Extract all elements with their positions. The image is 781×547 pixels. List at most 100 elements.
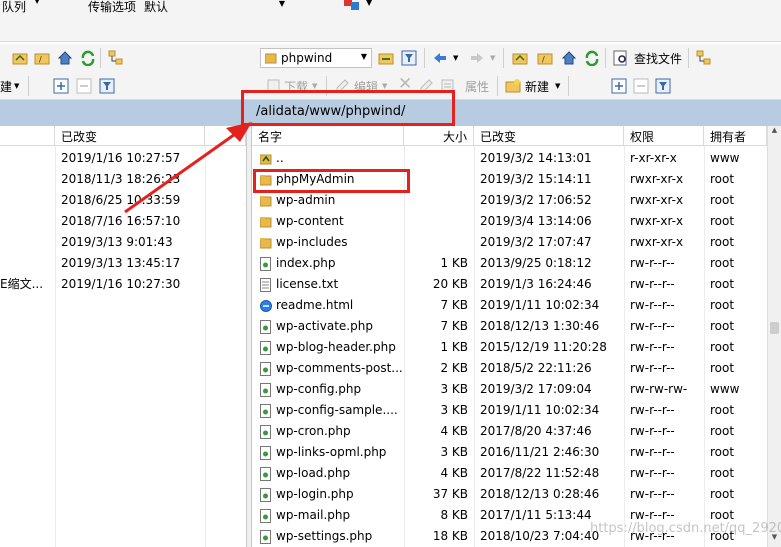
file-name: wp-content [276, 214, 344, 228]
table-row[interactable]: E缩文... 2019/1/16 10:27:30 [0, 274, 246, 295]
column-header-size[interactable]: 大小 [404, 126, 474, 146]
file-name: .. [276, 151, 284, 165]
forward-arrow-icon[interactable] [469, 50, 485, 66]
table-row[interactable]: readme.html 7 KB 2019/1/11 10:02:34 rw-r--r… [252, 295, 767, 316]
separator [568, 76, 569, 96]
file-size: 37 KB [432, 487, 468, 501]
file-name: wp-config.php [276, 382, 362, 396]
remote-location-select[interactable]: phpwind ▼ [260, 48, 372, 68]
plus-icon[interactable] [611, 78, 627, 94]
table-row[interactable]: wp-cron.php 4 KB 2017/8/20 4:37:46 rw-r--r-… [252, 421, 767, 442]
file-size: 3 KB [440, 403, 468, 417]
file-name [0, 253, 55, 274]
file-size [404, 169, 468, 190]
sync-browse-icon[interactable] [343, 0, 361, 12]
table-row[interactable]: 2019/3/13 13:45:17 [0, 253, 246, 274]
filter-icon[interactable] [401, 50, 417, 66]
folder-icon [259, 236, 272, 250]
separator [688, 48, 689, 68]
file-modified: 2018/7/16 16:57:10 [61, 214, 181, 228]
table-row[interactable]: license.txt 20 KB 2019/1/3 16:24:46 rw-r--r… [252, 274, 767, 295]
table-row[interactable]: wp-login.php 37 KB 2018/12/13 0:28:46 rw-r-… [252, 484, 767, 505]
table-row[interactable]: 2018/11/3 18:26:23 [0, 169, 246, 190]
root-folder-icon[interactable]: / [537, 50, 553, 66]
chevron-down-icon[interactable]: ▼ [382, 82, 387, 90]
open-folder-icon[interactable] [378, 50, 394, 66]
chevron-down-icon[interactable]: ▼ [555, 82, 560, 90]
table-row[interactable]: 2019/1/16 10:27:57 [0, 148, 246, 169]
queue-dropdown-icon[interactable]: ▼ [34, 0, 40, 5]
filter-icon[interactable] [655, 78, 671, 94]
file-modified: 2017/8/22 11:52:48 [480, 466, 600, 480]
file-owner: root [710, 277, 735, 291]
column-header-permissions[interactable]: 权限 [624, 126, 704, 146]
vertical-scrollbar[interactable]: ▲ ▼ [767, 126, 781, 547]
chevron-down-icon: ▼ [360, 52, 367, 61]
table-row[interactable]: wp-content 2019/3/4 13:14:06 rwxr-xr-x root [252, 211, 767, 232]
table-row[interactable]: wp-load.php 4 KB 2017/8/22 11:52:48 rw-r--r… [252, 463, 767, 484]
column-header-modified[interactable]: 已改变 [55, 126, 205, 146]
find-files-icon[interactable] [613, 50, 629, 66]
file-modified: 2019/1/3 16:24:46 [480, 277, 592, 291]
column-header-owner[interactable]: 拥有者 [704, 126, 767, 146]
back-arrow-icon[interactable] [432, 50, 448, 66]
file-modified: 2018/11/3 18:26:23 [61, 172, 181, 186]
minus-icon[interactable] [76, 78, 92, 94]
chevron-down-icon[interactable]: ▼ [490, 54, 495, 62]
chevron-down-icon[interactable]: ▼ [312, 82, 317, 90]
home-icon[interactable] [57, 50, 73, 66]
find-files-button[interactable]: 查找文件 [634, 50, 682, 67]
transfer-preset-select[interactable]: 默认 ▼ [140, 0, 288, 16]
root-folder-icon[interactable]: / [34, 50, 50, 66]
php-file-icon [260, 488, 272, 502]
column-header-name[interactable] [0, 126, 55, 146]
table-row[interactable]: wp-links-opml.php 3 KB 2016/11/21 2:46:30 r… [252, 442, 767, 463]
transfer-options-label: 传输选项 [88, 0, 137, 14]
parent-folder-icon[interactable] [512, 50, 528, 66]
properties-button[interactable]: 属性 [465, 78, 489, 95]
file-owner: www [710, 382, 740, 396]
left-new-button[interactable]: 建 [0, 78, 12, 95]
table-row[interactable]: index.php 1 KB 2013/9/25 0:18:12 rw-r--r-- r… [252, 253, 767, 274]
table-row[interactable]: wp-config.php 3 KB 2019/3/2 17:09:04 rw-rw-… [252, 379, 767, 400]
file-permissions: rw-r--r-- [630, 277, 675, 291]
tree-view-icon[interactable] [696, 50, 712, 66]
new-folder-icon[interactable] [505, 78, 521, 94]
table-row[interactable]: wp-blog-header.php 1 KB 2015/12/19 11:20:2… [252, 337, 767, 358]
separator [497, 76, 498, 96]
table-row[interactable]: .. 2019/3/2 14:13:01 r-xr-xr-x www [252, 148, 767, 169]
table-row[interactable]: 2018/6/25 10:33:59 [0, 190, 246, 211]
scroll-up-icon[interactable]: ▲ [768, 126, 781, 140]
parent-folder-icon[interactable] [12, 50, 28, 66]
column-header-extra[interactable] [205, 126, 246, 146]
plus-icon[interactable] [53, 78, 69, 94]
chevron-down-icon[interactable]: ▼ [366, 0, 372, 7]
file-modified: 2017/8/20 4:37:46 [480, 424, 592, 438]
table-row[interactable]: wp-comments-post... 2 KB 2018/5/2 22:11:26… [252, 358, 767, 379]
table-row[interactable]: wp-admin 2019/3/2 17:06:52 rwxr-xr-x root [252, 190, 767, 211]
file-size: 4 KB [440, 424, 468, 438]
table-row[interactable]: wp-includes 2019/3/2 17:07:47 rwxr-xr-x roo… [252, 232, 767, 253]
table-row[interactable]: wp-config-sample.... 3 KB 2019/1/11 10:02:… [252, 400, 767, 421]
file-modified: 2018/12/13 1:30:46 [480, 319, 600, 333]
refresh-icon[interactable] [584, 50, 600, 66]
tree-view-icon[interactable] [108, 50, 124, 66]
filter-icon[interactable] [99, 78, 115, 94]
new-button[interactable]: 新建 [525, 78, 549, 95]
svg-text:/: / [39, 55, 42, 64]
home-icon[interactable] [561, 50, 577, 66]
chevron-down-icon[interactable]: ▼ [14, 82, 19, 90]
refresh-icon[interactable] [80, 50, 96, 66]
file-size: 3 KB [440, 445, 468, 459]
scrollbar-thumb[interactable] [770, 322, 779, 334]
path-annotation-box [241, 90, 455, 126]
column-header-modified[interactable]: 已改变 [474, 126, 624, 146]
chevron-down-icon[interactable]: ▼ [453, 54, 458, 62]
minus-icon[interactable] [633, 78, 649, 94]
navigation-toolbar: / phpwind ▼ ▼ ▼ / 查找文件 [0, 44, 781, 72]
table-row[interactable]: 2018/7/16 16:57:10 [0, 211, 246, 232]
column-header-name[interactable]: 名字 [252, 126, 404, 146]
file-name: wp-settings.php [276, 529, 373, 543]
table-row[interactable]: 2019/3/13 9:01:43 [0, 232, 246, 253]
table-row[interactable]: wp-activate.php 7 KB 2018/12/13 1:30:46 rw-… [252, 316, 767, 337]
